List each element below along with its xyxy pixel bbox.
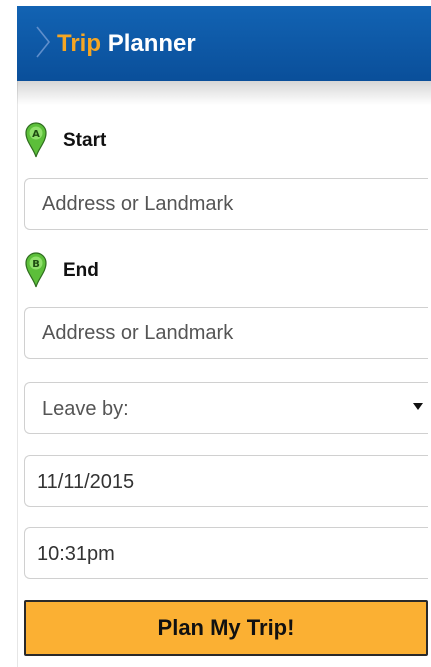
header-bar: Trip Planner bbox=[17, 6, 431, 81]
start-map-pin-icon: A bbox=[25, 122, 47, 158]
start-label: Start bbox=[63, 130, 107, 151]
end-label: End bbox=[63, 260, 99, 281]
title-planner: Planner bbox=[107, 30, 196, 57]
date-field[interactable]: 11/11/2015 bbox=[24, 455, 428, 507]
title-trip: Trip bbox=[57, 30, 102, 57]
leave-by-select[interactable]: Leave by: bbox=[24, 382, 428, 434]
caret-down-icon[interactable] bbox=[412, 400, 424, 412]
page-title: Trip Planner bbox=[57, 28, 196, 60]
header-shadow bbox=[17, 81, 431, 105]
start-field[interactable] bbox=[24, 178, 428, 230]
trip-form-panel bbox=[17, 81, 431, 667]
plan-my-trip-button[interactable]: Plan My Trip! bbox=[24, 600, 428, 656]
time-value: 10:31pm bbox=[37, 543, 115, 565]
time-field[interactable]: 10:31pm bbox=[24, 527, 428, 579]
start-marker-letter: A bbox=[32, 129, 40, 140]
date-value: 11/11/2015 bbox=[37, 471, 135, 493]
chevron-right-icon[interactable] bbox=[34, 24, 52, 60]
end-marker-letter: B bbox=[32, 259, 40, 270]
end-address-input[interactable] bbox=[25, 308, 428, 358]
end-map-pin-icon: B bbox=[25, 252, 47, 288]
end-field[interactable] bbox=[24, 307, 428, 359]
leave-by-value: Leave by: bbox=[42, 398, 129, 420]
start-address-input[interactable] bbox=[25, 179, 428, 229]
